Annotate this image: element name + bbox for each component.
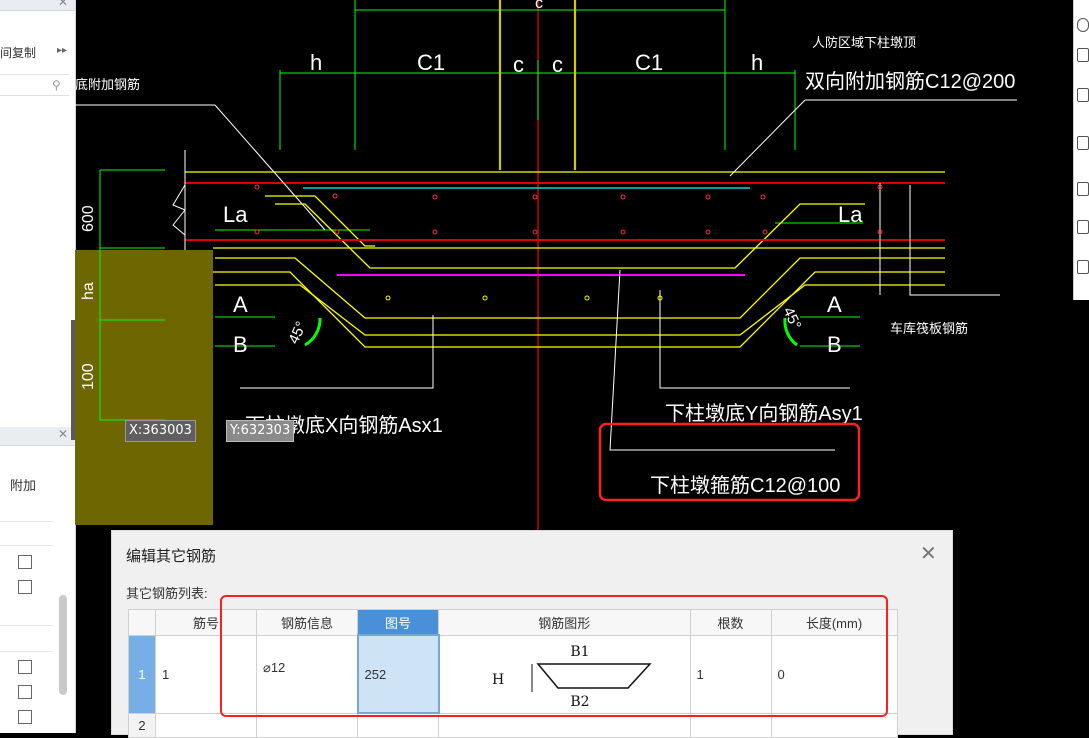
list-item: [0, 497, 53, 522]
coord-y-readout: Y:632303: [226, 420, 295, 442]
list-icon[interactable]: [1077, 260, 1089, 274]
label-b: B: [827, 332, 842, 357]
label-a: A: [827, 292, 842, 317]
right-toolbar: [1073, 0, 1089, 300]
edit-rebar-dialog: 编辑其它钢筋 ✕ 其它钢筋列表: 筋号 钢筋信息 图号 钢筋图形 根数 长度(m…: [111, 530, 953, 738]
coord-x-readout: X:363003: [125, 420, 196, 442]
close-icon[interactable]: ✕: [58, 427, 68, 441]
file-icon[interactable]: [1077, 88, 1089, 102]
annotation-text: 下柱墩箍筋C12@100: [650, 474, 840, 497]
label-a: A: [233, 292, 248, 317]
annotation-text: 车库筏板钢筋: [890, 321, 968, 336]
dim-label-h: h: [751, 50, 763, 75]
dim-label-c: c: [513, 52, 524, 77]
checkbox[interactable]: [18, 555, 32, 569]
label-la: La: [223, 202, 248, 227]
search-input[interactable]: ⚲: [0, 74, 69, 96]
list-item: [0, 601, 53, 626]
corner-header: [128, 609, 156, 636]
expand-arrow-icon[interactable]: ▸▸: [57, 45, 67, 56]
list-label: 其它钢筋列表:: [126, 586, 208, 601]
annotation-text: 双向附加钢筋C12@200: [805, 70, 1015, 93]
dim-text: c h C1 c c C1 h: [310, 0, 763, 77]
annotation-text: 人防区域下柱墩顶: [812, 35, 916, 50]
copy-icon[interactable]: [1077, 182, 1089, 196]
dim-label-h: h: [310, 50, 322, 75]
checkbox[interactable]: [18, 710, 32, 724]
copy-icon[interactable]: [1077, 220, 1089, 234]
dim-label-ha: ha: [80, 282, 97, 300]
left-panel: ✕ 间复制 ▸▸ ⚲ ✕ 附加: [0, 0, 76, 733]
dim-label-c: c: [552, 52, 563, 77]
angle-label: 45°: [779, 305, 804, 333]
close-icon[interactable]: ✕: [58, 0, 68, 9]
dim-label-c-top: c: [535, 0, 543, 12]
checkbox[interactable]: [18, 660, 32, 674]
annotation-text: 底附加钢筋: [75, 77, 140, 92]
dim-label-100: 100: [80, 363, 97, 390]
checkbox[interactable]: [18, 685, 32, 699]
scrollbar[interactable]: [59, 595, 67, 695]
dim-label-c1: C1: [635, 50, 663, 75]
dimension-lines: [99, 0, 863, 421]
dialog-title: 编辑其它钢筋: [126, 548, 217, 565]
dim-label-600: 600: [80, 205, 97, 232]
file-icon[interactable]: [1077, 136, 1089, 150]
copy-label[interactable]: 间复制: [0, 44, 36, 61]
checkbox[interactable]: [18, 580, 32, 594]
refresh-icon[interactable]: [1077, 18, 1089, 32]
close-icon[interactable]: ✕: [920, 541, 937, 566]
column-header-extra: 附加: [10, 478, 37, 493]
slab-outline: [185, 171, 945, 348]
file-icon[interactable]: [1077, 48, 1089, 62]
rebar-dots: [254, 184, 883, 235]
panel-header-2: ✕: [0, 427, 75, 446]
search-icon: ⚲: [52, 78, 61, 92]
label-b: B: [233, 332, 248, 357]
dim-label-c1: C1: [417, 50, 445, 75]
label-la: La: [838, 202, 863, 227]
list-item: [0, 521, 53, 546]
list-item: [0, 627, 53, 652]
row-number[interactable]: 2: [128, 712, 156, 738]
annotation-text: 下柱墩底Y向钢筋Asy1: [665, 402, 863, 425]
highlight-box: [220, 595, 888, 717]
row-number[interactable]: 1: [128, 634, 156, 714]
